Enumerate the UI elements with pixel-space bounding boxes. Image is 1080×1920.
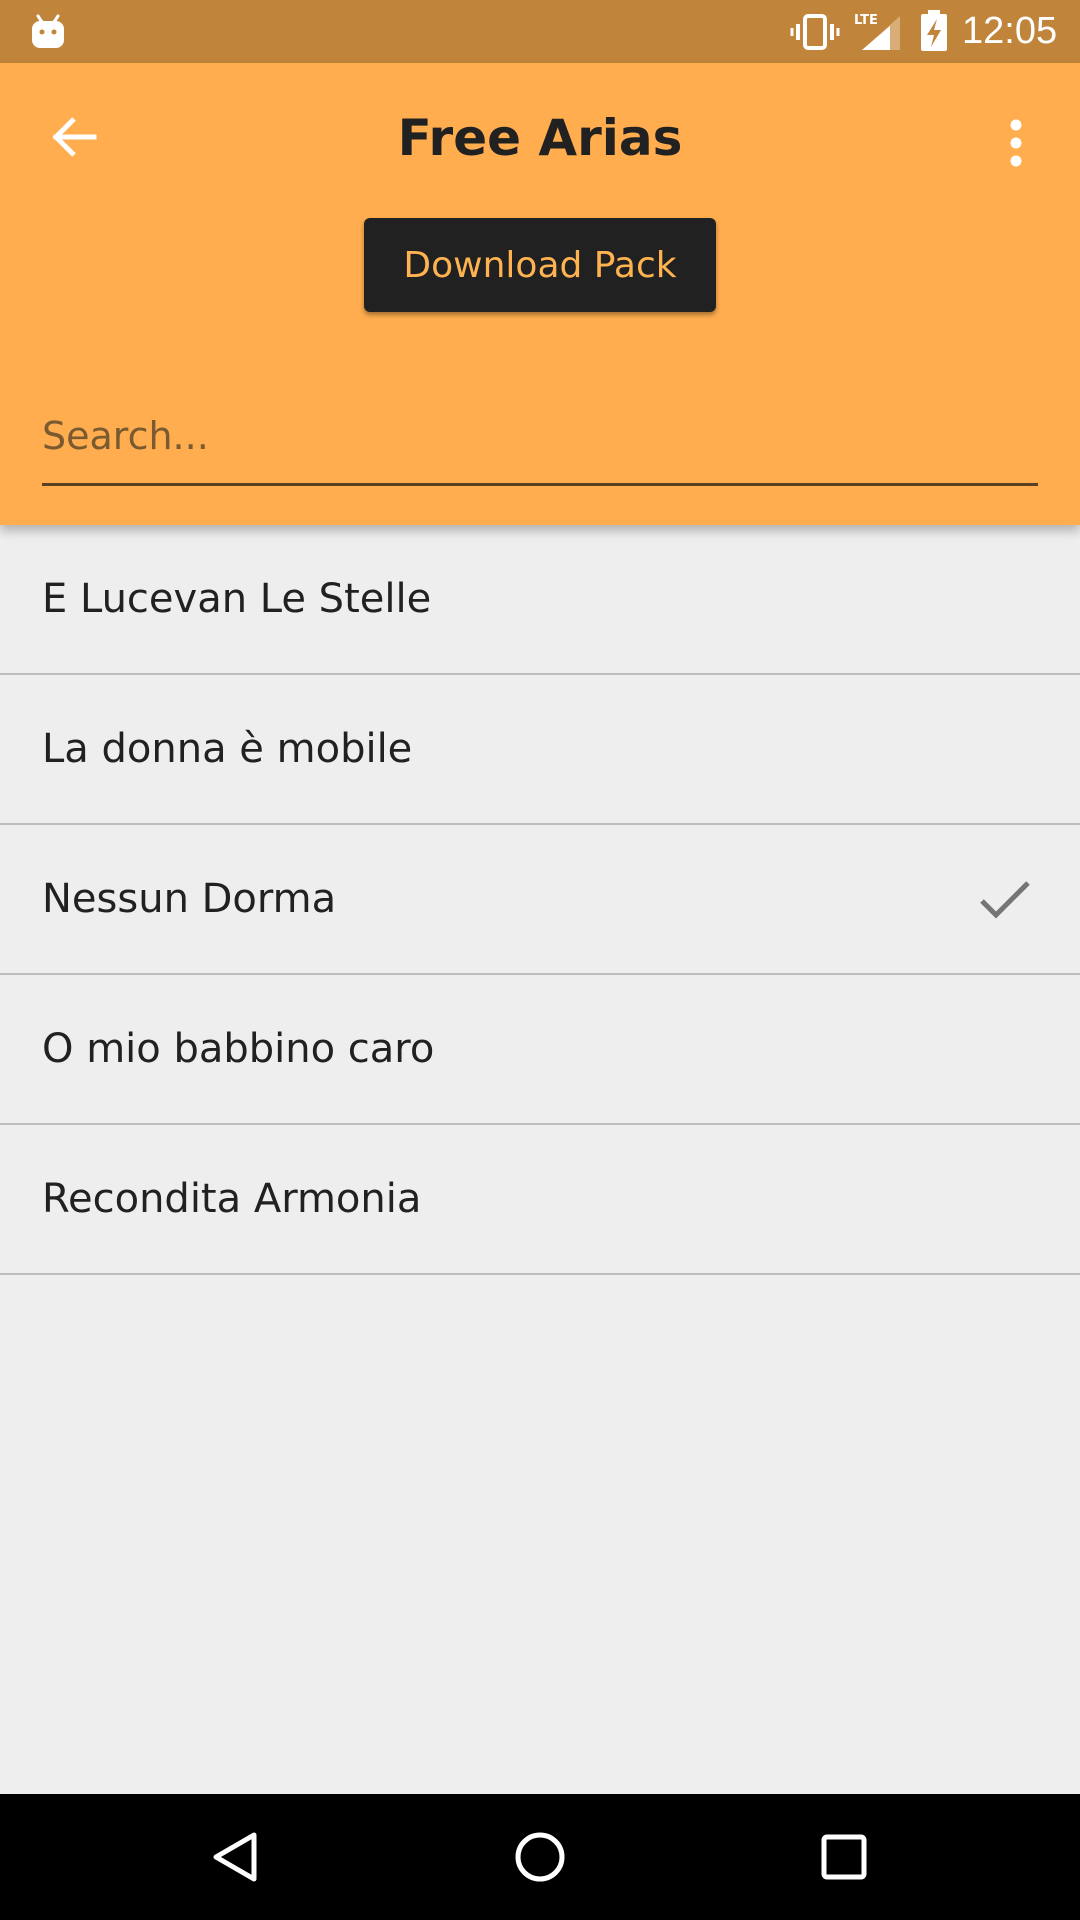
aria-list-item[interactable]: O mio babbino caro <box>0 975 1080 1125</box>
lte-signal-icon: LTE <box>854 13 900 50</box>
navigation-bar <box>0 1794 1080 1920</box>
aria-list-item[interactable]: Recondita Armonia <box>0 1125 1080 1275</box>
nav-recents-button[interactable] <box>804 1817 884 1897</box>
aria-title: E Lucevan Le Stelle <box>42 576 432 622</box>
aria-list-item[interactable]: Nessun Dorma <box>0 825 1080 975</box>
search-field <box>42 393 1038 486</box>
nav-back-button[interactable] <box>196 1817 276 1897</box>
check-icon <box>980 881 1030 919</box>
status-time: 12:05 <box>962 10 1058 52</box>
status-bar: LTE 12:05 <box>0 0 1080 63</box>
screen: LTE 12:05 Free Arias Download Pack Searc… <box>0 0 1080 1920</box>
aria-title: O mio babbino caro <box>42 1026 435 1072</box>
aria-list-item[interactable]: La donna è mobile <box>0 675 1080 825</box>
aria-title: Nessun Dorma <box>42 876 337 922</box>
aria-list: E Lucevan Le Stelle La donna è mobile Ness… <box>0 525 1080 1275</box>
android-icon <box>32 14 64 48</box>
vibrate-icon <box>790 14 840 50</box>
svg-text:LTE: LTE <box>854 13 878 28</box>
aria-title: La donna è mobile <box>42 726 413 772</box>
page-title: Free Arias <box>397 109 683 167</box>
nav-recents-icon <box>821 1834 867 1880</box>
more-vert-icon <box>1010 119 1022 167</box>
nav-home-button[interactable] <box>500 1817 580 1897</box>
download-pack-button[interactable]: Download Pack <box>364 218 716 312</box>
nav-home-icon <box>515 1832 565 1882</box>
battery-charging-icon <box>921 10 947 51</box>
search-input[interactable] <box>42 393 1038 479</box>
aria-title: Recondita Armonia <box>42 1176 422 1222</box>
aria-list-item[interactable]: E Lucevan Le Stelle <box>0 525 1080 675</box>
more-options-button[interactable] <box>984 105 1048 181</box>
app-bar: Free Arias Download Pack <box>0 63 1080 525</box>
nav-back-icon <box>213 1832 257 1882</box>
